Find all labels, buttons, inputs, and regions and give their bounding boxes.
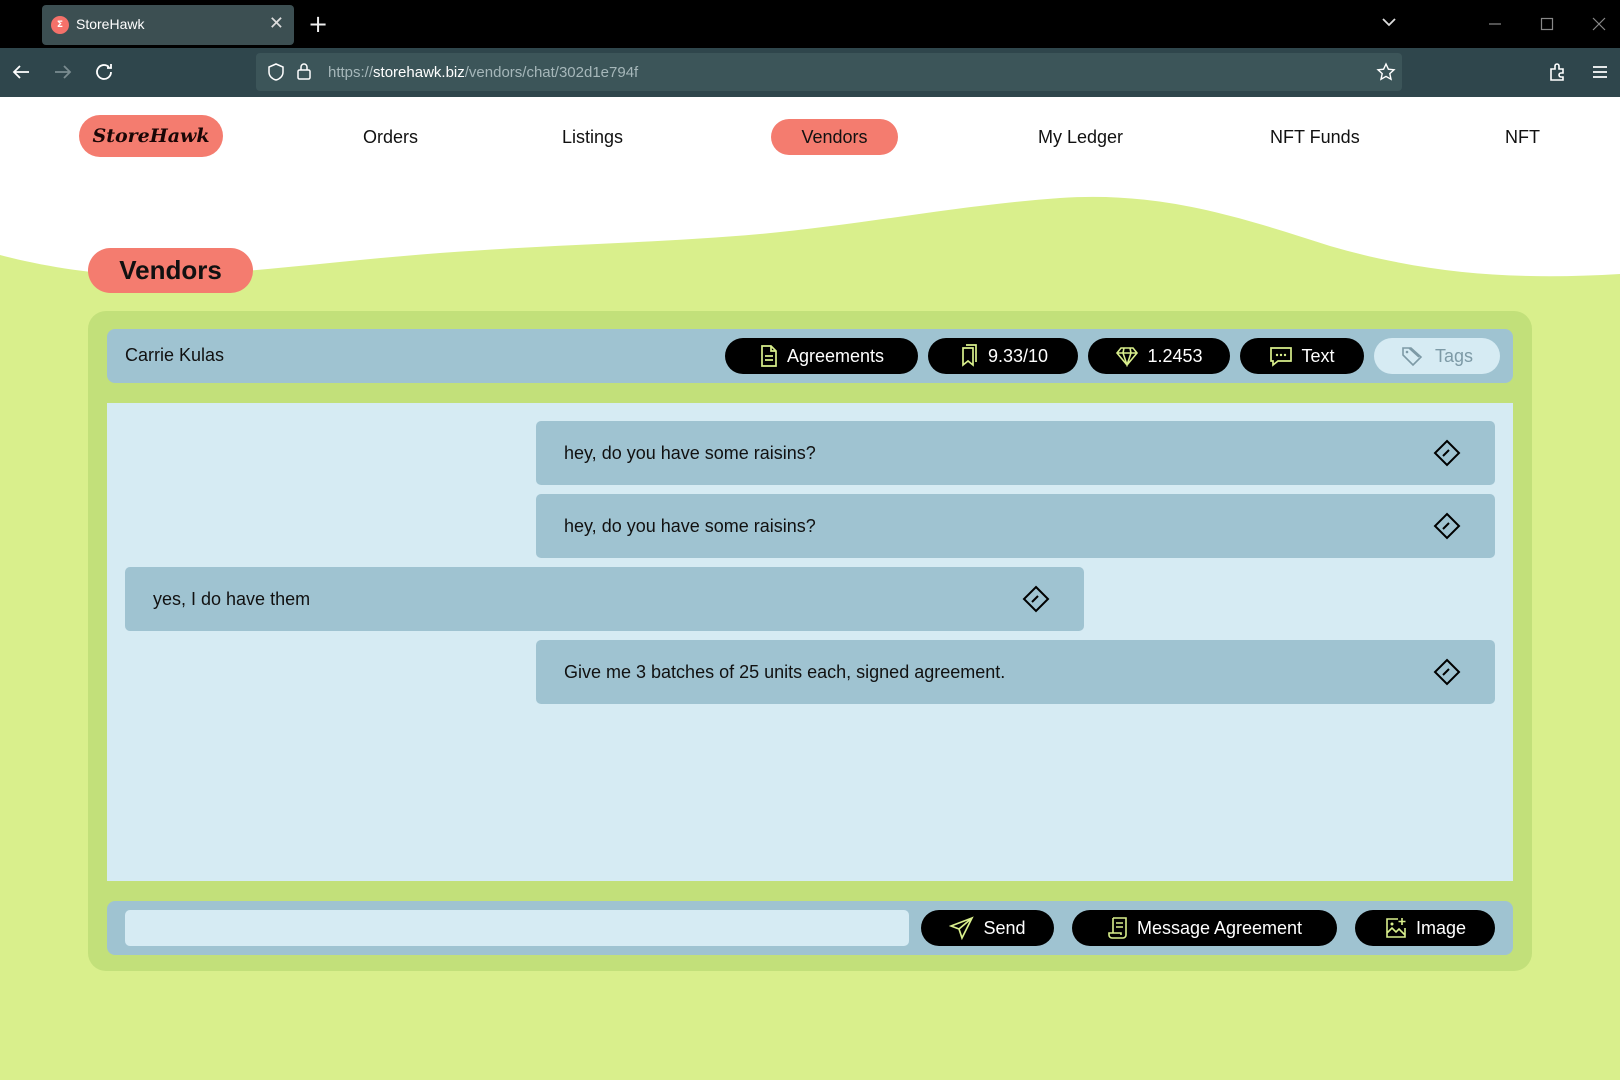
agreements-label: Agreements [786, 345, 885, 366]
nav-listings[interactable]: Listings [562, 119, 623, 155]
browser-titlebar: Σ StoreHawk ✕ + [0, 0, 1620, 48]
message-action-icon[interactable] [1433, 439, 1461, 467]
image-icon [1386, 918, 1406, 938]
message-action-icon[interactable] [1022, 585, 1050, 613]
chat-panel: Carrie Kulas Agreements 9.33/10 1.2453 T… [88, 311, 1532, 971]
balance-button[interactable]: 1.2453 [1088, 338, 1230, 374]
close-tab-icon[interactable]: ✕ [269, 13, 284, 35]
nav-nft[interactable]: NFT [1505, 119, 1540, 155]
close-window-icon[interactable] [1592, 17, 1606, 31]
page-title: Vendors [88, 248, 253, 293]
new-tab-icon[interactable]: + [308, 10, 328, 38]
document-icon [761, 345, 777, 367]
address-bar[interactable]: https://storehawk.biz/vendors/chat/302d1… [256, 53, 1402, 91]
rating-button[interactable]: 9.33/10 [928, 338, 1078, 374]
send-icon [949, 916, 975, 940]
tab-title: StoreHawk [76, 16, 145, 32]
message-composer: Send Message Agreement Image [107, 901, 1513, 955]
message-bubble: Give me 3 batches of 25 units each, sign… [536, 640, 1495, 704]
bookmarks-icon [962, 344, 977, 367]
rating-label: 9.33/10 [987, 345, 1049, 366]
message-agreement-label: Message Agreement [1136, 917, 1303, 938]
message-text: yes, I do have them [153, 589, 311, 609]
send-button[interactable]: Send [921, 910, 1054, 946]
message-text: hey, do you have some raisins? [564, 443, 816, 463]
maximize-icon[interactable] [1540, 17, 1554, 31]
tab-list-icon[interactable] [1381, 16, 1397, 28]
contact-name: Carrie Kulas [125, 345, 225, 365]
chat-header: Carrie Kulas Agreements 9.33/10 1.2453 T… [107, 329, 1513, 383]
image-button[interactable]: Image [1355, 910, 1495, 946]
bookmark-star-icon[interactable] [1376, 62, 1396, 82]
message-list: hey, do you have some raisins? hey, do y… [107, 403, 1513, 881]
chat-bubble-icon [1270, 347, 1293, 367]
message-action-icon[interactable] [1433, 658, 1461, 686]
minimize-icon[interactable] [1488, 17, 1502, 31]
page: StoreHawk Orders Listings Vendors My Led… [0, 97, 1620, 1080]
shield-icon[interactable] [266, 62, 286, 82]
tags-label: Tags [1434, 345, 1474, 366]
message-agreement-button[interactable]: Message Agreement [1072, 910, 1337, 946]
forward-arrow-icon[interactable] [51, 60, 75, 84]
message-action-icon[interactable] [1433, 512, 1461, 540]
balance-label: 1.2453 [1147, 345, 1203, 366]
message-text: hey, do you have some raisins? [564, 516, 816, 536]
nav-orders[interactable]: Orders [363, 119, 418, 155]
agreements-button[interactable]: Agreements [725, 338, 918, 374]
message-input[interactable] [125, 910, 909, 946]
storehawk-logo[interactable]: StoreHawk [79, 115, 223, 157]
back-arrow-icon[interactable] [9, 60, 33, 84]
browser-toolbar: https://storehawk.biz/vendors/chat/302d1… [0, 48, 1620, 97]
tags-icon [1402, 347, 1423, 367]
message-text: Give me 3 batches of 25 units each, sign… [564, 662, 1006, 682]
scroll-icon [1108, 917, 1127, 939]
message-bubble: yes, I do have them [125, 567, 1084, 631]
diamond-icon [1116, 347, 1139, 367]
reload-icon[interactable] [92, 60, 116, 84]
text-label: Text [1301, 345, 1335, 366]
site-nav: StoreHawk Orders Listings Vendors My Led… [0, 97, 1620, 177]
image-label: Image [1415, 917, 1467, 938]
message-bubble: hey, do you have some raisins? [536, 494, 1495, 558]
browser-tab[interactable]: Σ StoreHawk ✕ [42, 5, 294, 45]
nav-nft-funds[interactable]: NFT Funds [1270, 119, 1360, 155]
tags-button[interactable]: Tags [1374, 338, 1500, 374]
send-label: Send [983, 917, 1026, 938]
lock-icon[interactable] [296, 61, 312, 81]
url-text[interactable]: https://storehawk.biz/vendors/chat/302d1… [328, 64, 638, 81]
text-button[interactable]: Text [1240, 338, 1364, 374]
extensions-icon[interactable] [1546, 60, 1570, 84]
menu-icon[interactable] [1588, 60, 1612, 84]
message-bubble: hey, do you have some raisins? [536, 421, 1495, 485]
nav-vendors[interactable]: Vendors [771, 119, 898, 155]
nav-my-ledger[interactable]: My Ledger [1038, 119, 1123, 155]
favicon-icon: Σ [51, 16, 69, 34]
